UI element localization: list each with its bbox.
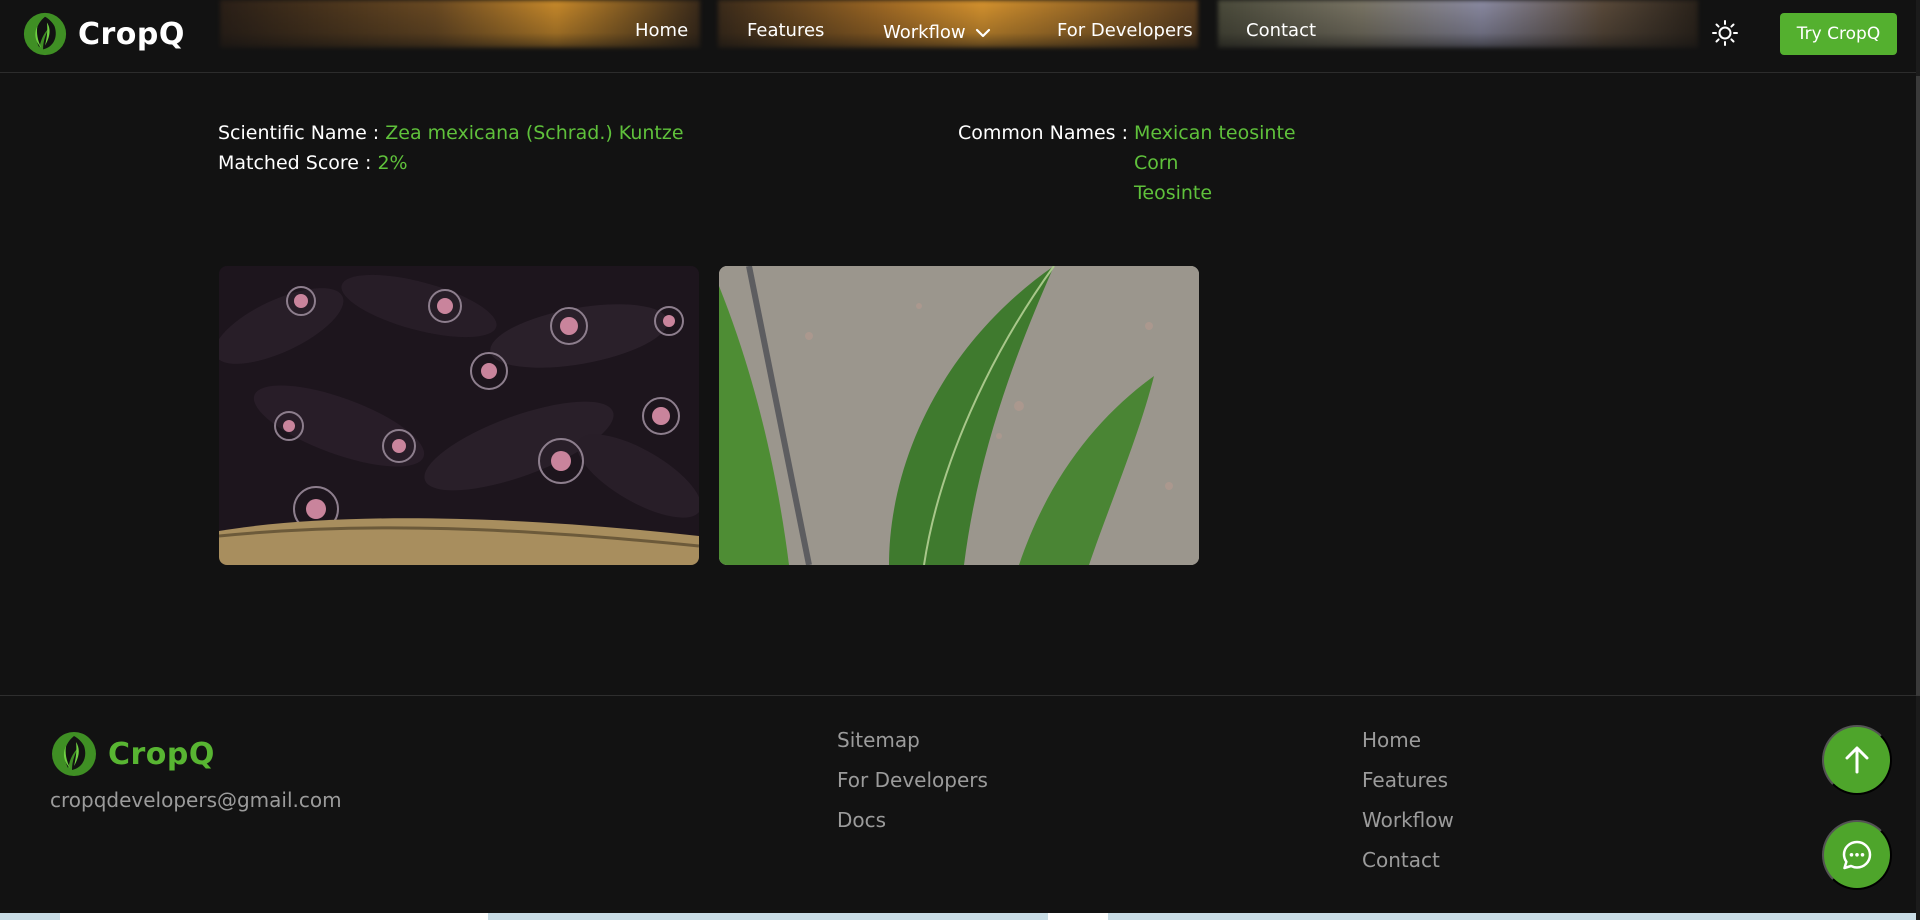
footer-brand-name: CropQ [108, 736, 215, 772]
common-names: Common Names : Mexican teosinte Corn Teo… [958, 118, 1296, 208]
result-details: Scientific Name : Zea mexicana (Schrad.)… [218, 118, 684, 178]
chat-bubble-icon [1842, 840, 1872, 870]
nav-workflow-label: Workflow [883, 22, 966, 43]
teosinte-leaves-photo [719, 266, 1199, 565]
sun-icon[interactable] [1711, 19, 1739, 47]
common-names-label: Common Names : [958, 122, 1129, 144]
gallery-image-teosinte-leaves[interactable] [719, 266, 1199, 565]
footer-sitemap-link[interactable]: Sitemap [837, 728, 988, 752]
footer-home-link[interactable]: Home [1362, 728, 1454, 752]
scientific-name-row: Scientific Name : Zea mexicana (Schrad.)… [218, 118, 684, 148]
brand-name: CropQ [78, 16, 185, 52]
page-scrollbar-thumb[interactable] [1916, 76, 1920, 696]
footer-email-link[interactable]: cropqdevelopers@gmail.com [50, 788, 342, 812]
scroll-to-top-button[interactable] [1822, 725, 1892, 795]
common-name-item: Corn [1134, 152, 1179, 174]
corn-cobs-photo [219, 266, 699, 565]
footer-workflow-link[interactable]: Workflow [1362, 808, 1454, 832]
gallery-image-corn-cobs[interactable] [219, 266, 699, 565]
bottom-strip [0, 913, 1920, 920]
nav-workflow-dropdown[interactable]: Workflow [883, 22, 992, 43]
scientific-name-label: Scientific Name : [218, 122, 380, 144]
leaf-logo-icon [52, 732, 96, 776]
leaf-logo-icon [23, 12, 67, 56]
footer-docs-link[interactable]: Docs [837, 808, 988, 832]
footer-column-resources: Sitemap For Developers Docs [837, 728, 988, 832]
common-names-list: Mexican teosinte Corn Teosinte [1134, 118, 1296, 208]
scientific-name-value: Zea mexicana (Schrad.) Kuntze [385, 122, 684, 144]
footer-features-link[interactable]: Features [1362, 768, 1454, 792]
footer: CropQ cropqdevelopers@gmail.com Sitemap … [0, 695, 1920, 920]
brand-logo-link[interactable]: CropQ [22, 11, 185, 57]
try-cropq-button[interactable]: Try CropQ [1780, 13, 1897, 55]
nav-home-link[interactable]: Home [635, 20, 688, 41]
footer-for-developers-link[interactable]: For Developers [837, 768, 988, 792]
footer-brand-link[interactable]: CropQ [50, 730, 215, 778]
footer-contact-link[interactable]: Contact [1362, 848, 1454, 872]
arrow-up-icon [1845, 746, 1869, 774]
navbar: CropQ Home Features Workflow For Develop… [0, 0, 1920, 73]
matched-score-value: 2% [377, 152, 408, 174]
footer-column-pages: Home Features Workflow Contact [1362, 728, 1454, 872]
matched-score-row: Matched Score : 2% [218, 148, 684, 178]
chat-button[interactable] [1822, 820, 1892, 890]
common-name-item: Mexican teosinte [1134, 122, 1296, 144]
common-name-item: Teosinte [1134, 182, 1213, 204]
nav-features-link[interactable]: Features [747, 20, 824, 41]
matched-score-label: Matched Score : [218, 152, 372, 174]
nav-contact-link[interactable]: Contact [1246, 20, 1316, 41]
nav-for-developers-link[interactable]: For Developers [1057, 20, 1193, 41]
chevron-down-icon [975, 28, 990, 37]
